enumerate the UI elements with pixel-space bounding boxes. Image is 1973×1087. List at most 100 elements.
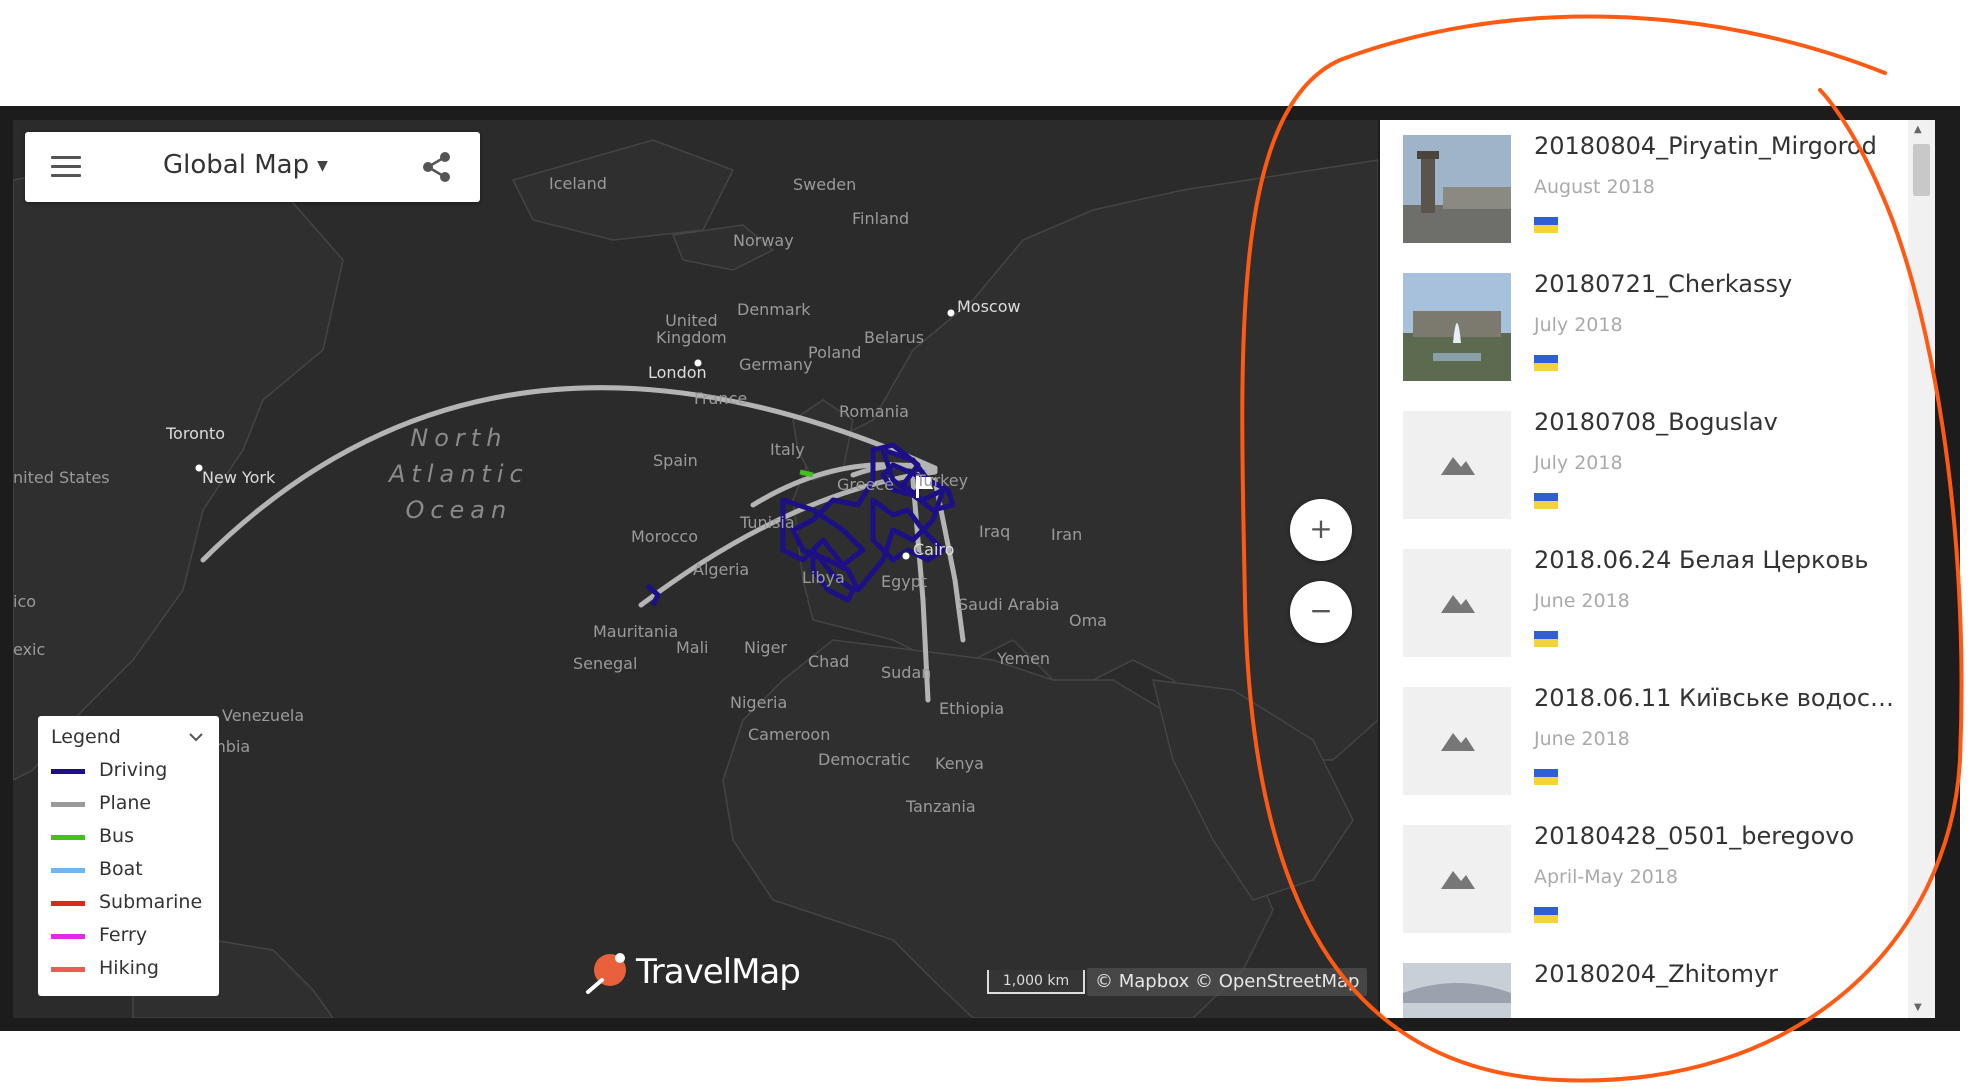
trip-name: 20180804_Piryatin_Mirgorod	[1534, 132, 1877, 160]
label-norway: Norway	[733, 231, 794, 250]
scrollbar-thumb[interactable]	[1913, 144, 1930, 196]
scroll-up-arrow-icon[interactable]: ▲	[1914, 124, 1922, 135]
label-uk: United Kingdom	[656, 311, 727, 347]
zoom-in-button[interactable]: +	[1290, 499, 1352, 561]
trip-date: July 2018	[1534, 452, 1623, 474]
trip-date: July 2018	[1534, 314, 1623, 336]
legend-swatch	[51, 934, 85, 939]
label-senegal: Senegal	[573, 654, 638, 673]
map-header-bar: Global Map ▼	[25, 132, 480, 202]
scroll-down-arrow-icon[interactable]: ▼	[1914, 1002, 1922, 1013]
label-iraq: Iraq	[979, 522, 1011, 541]
label-new-york: New York	[202, 468, 276, 487]
legend-label: Plane	[99, 792, 152, 814]
brand-name: TravelMap	[636, 952, 801, 992]
ukraine-flag-icon	[1534, 907, 1558, 923]
label-chad: Chad	[808, 652, 850, 671]
trip-item[interactable]: 2018.06.11 Київське водосхови... June 20…	[1380, 672, 1910, 810]
label-north-atlantic-ocean: North Atlantic Ocean	[389, 424, 529, 524]
map-attribution-link[interactable]: © Mapbox © OpenStreetMap	[1087, 968, 1368, 996]
trip-name: 20180721_Cherkassy	[1534, 270, 1793, 298]
label-italy: Italy	[770, 440, 805, 459]
label-venezuela: Venezuela	[222, 706, 305, 725]
label-turkey: Turkey	[916, 471, 969, 490]
trip-thumbnail	[1403, 273, 1511, 381]
photo-thumbnail-fountain	[1403, 273, 1511, 381]
trip-list-panel[interactable]: 20180804_Piryatin_Mirgorod August 2018 2…	[1380, 120, 1935, 1018]
label-london: London	[648, 363, 707, 382]
legend-swatch	[51, 769, 85, 774]
label-united-states: nited States	[13, 468, 110, 487]
legend-title: Legend	[51, 726, 121, 748]
trip-thumbnail-placeholder	[1403, 825, 1511, 933]
trip-date: June 2018	[1534, 728, 1630, 750]
ukraine-flag-icon	[1534, 355, 1558, 371]
trip-name: 20180708_Boguslav	[1534, 408, 1778, 436]
trip-item[interactable]: 20180428_0501_beregovo April-May 2018	[1380, 810, 1910, 948]
ukraine-flag-icon	[1534, 493, 1558, 509]
label-france: France	[694, 389, 748, 408]
map-selector-dropdown[interactable]: Global Map ▼	[163, 150, 328, 180]
trip-thumbnail-placeholder	[1403, 687, 1511, 795]
label-tanzania: Tanzania	[906, 797, 976, 816]
scale-bar: 1,000 km	[987, 970, 1085, 994]
trip-name: 20180428_0501_beregovo	[1534, 822, 1855, 850]
trip-thumbnail-placeholder	[1403, 411, 1511, 519]
label-egypt: Egypt	[881, 572, 928, 591]
zoom-out-button[interactable]: −	[1290, 581, 1352, 643]
label-sudan: Sudan	[881, 663, 932, 682]
chevron-down-icon[interactable]	[188, 730, 204, 744]
trip-thumbnail-placeholder	[1403, 549, 1511, 657]
trip-name: 2018.06.11 Київське водосхови...	[1534, 684, 1904, 712]
trip-thumbnail	[1403, 135, 1511, 243]
label-spain: Spain	[653, 451, 698, 470]
legend-panel: Legend Driving Plane Bus Boat Submarine …	[38, 716, 219, 996]
label-iran: Iran	[1051, 525, 1083, 544]
label-finland: Finland	[852, 209, 910, 228]
label-germany: Germany	[739, 355, 813, 374]
label-romania: Romania	[839, 402, 909, 421]
trip-date: April-May 2018	[1534, 866, 1678, 888]
label-morocco: Morocco	[631, 527, 698, 546]
label-libya: Libya	[802, 568, 845, 587]
label-toronto: Toronto	[166, 424, 226, 443]
label-ethiopia: Ethiopia	[939, 699, 1005, 718]
mountain-placeholder-icon	[1441, 733, 1475, 751]
mountain-placeholder-icon	[1441, 595, 1475, 613]
photo-thumbnail-snow	[1403, 963, 1511, 1018]
trip-item[interactable]: 20180708_Boguslav July 2018	[1380, 396, 1910, 534]
trip-item[interactable]: 20180204_Zhitomyr	[1380, 948, 1910, 1018]
label-iceland: Iceland	[549, 174, 607, 193]
label-mexico: exic	[13, 640, 46, 659]
legend-swatch	[51, 868, 85, 873]
trip-item[interactable]: 20180804_Piryatin_Mirgorod August 2018	[1380, 120, 1910, 258]
label-niger: Niger	[744, 638, 787, 657]
legend-label: Bus	[99, 825, 134, 847]
legend-swatch	[51, 802, 85, 807]
legend-label: Boat	[99, 858, 143, 880]
map-title: Global Map	[163, 150, 310, 180]
legend-label: Ferry	[99, 924, 148, 946]
label-mali: Mali	[676, 638, 709, 657]
trip-list-scrollbar[interactable]: ▲ ▼	[1908, 120, 1935, 1018]
mountain-placeholder-icon	[1441, 457, 1475, 475]
legend-label: Hiking	[99, 957, 159, 979]
share-icon[interactable]	[420, 150, 454, 184]
label-kenya: Kenya	[935, 754, 984, 773]
legend-swatch	[51, 967, 85, 972]
trip-thumbnail	[1403, 963, 1511, 1018]
trip-date: June 2018	[1534, 590, 1630, 612]
ukraine-flag-icon	[1534, 217, 1558, 233]
trip-item[interactable]: 2018.06.24 Белая Церковь June 2018	[1380, 534, 1910, 672]
label-sweden: Sweden	[793, 175, 857, 194]
hamburger-menu-icon[interactable]	[51, 156, 81, 178]
travelmap-logo: TravelMap	[584, 950, 801, 996]
label-cameroon: Cameroon	[748, 725, 831, 744]
trip-item[interactable]: 20180721_Cherkassy July 2018	[1380, 258, 1910, 396]
photo-thumbnail-tower	[1403, 135, 1511, 243]
legend-label: Submarine	[99, 891, 203, 913]
label-democratic: Democratic	[818, 750, 911, 769]
travelmap-pin-icon	[586, 953, 626, 994]
mountain-placeholder-icon	[1441, 871, 1475, 889]
label-belarus: Belarus	[864, 328, 925, 347]
